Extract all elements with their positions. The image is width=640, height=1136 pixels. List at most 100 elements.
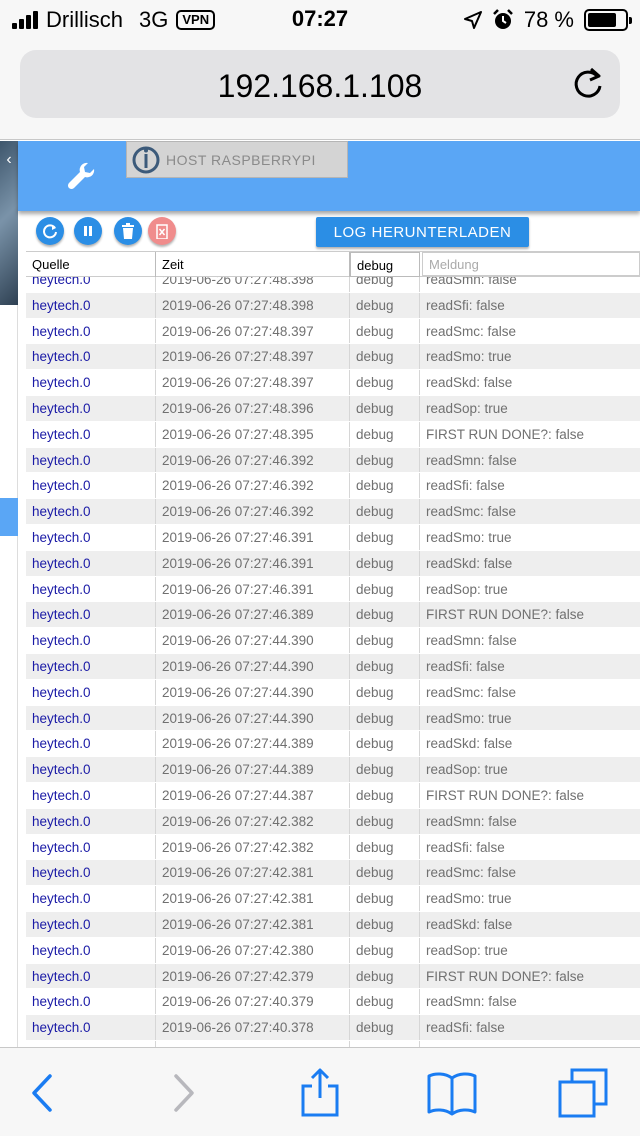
table-row[interactable]: heytech.0 2019-06-26 07:27:40.379 debug rea… <box>26 989 640 1016</box>
row-message: readSmo: true <box>426 710 512 726</box>
refresh-button[interactable] <box>36 217 64 245</box>
row-source: heytech.0 <box>26 524 156 550</box>
row-source: heytech.0 <box>26 370 156 395</box>
table-row[interactable]: heytech.0 2019-06-26 07:27:46.392 debug rea… <box>26 499 640 525</box>
table-row[interactable]: heytech.0 2019-06-26 07:27:48.396 debug rea… <box>26 395 640 422</box>
row-message: readSop: true <box>426 942 508 958</box>
table-row[interactable]: heytech.0 2019-06-26 07:27:44.387 debug FIR… <box>26 782 640 809</box>
status-bar: Drillisch 3G VPN 07:27 78 % <box>0 0 640 40</box>
reload-icon[interactable] <box>570 66 606 102</box>
row-severity: debug <box>350 473 420 499</box>
row-source: heytech.0 <box>26 499 156 524</box>
column-time[interactable]: Zeit <box>156 252 350 277</box>
row-time: 2019-06-26 07:27:44.387 <box>156 782 350 808</box>
row-time: 2019-06-26 07:27:48.397 <box>156 318 350 344</box>
table-row[interactable]: heytech.0 2019-06-26 07:27:42.381 debug rea… <box>26 860 640 887</box>
row-severity: debug <box>350 1015 420 1040</box>
wrench-icon[interactable] <box>66 161 96 191</box>
table-row[interactable]: heytech.0 2019-06-26 07:27:46.391 debug rea… <box>26 550 640 577</box>
row-severity: debug <box>350 937 420 963</box>
row-severity: debug <box>350 550 420 576</box>
row-message: readSmc: false <box>426 684 517 700</box>
host-selector[interactable]: HOST RASPBERRYPI <box>126 141 348 178</box>
row-source: heytech.0 <box>26 447 156 473</box>
table-row[interactable]: heytech.0 2019-06-26 07:27:48.397 debug rea… <box>26 318 640 345</box>
message-filter-input[interactable]: Meldung <box>422 252 640 276</box>
table-row[interactable]: heytech.0 2019-06-26 07:27:46.392 debug rea… <box>26 473 640 500</box>
table-row[interactable]: heytech.0 2019-06-26 07:27:44.389 debug rea… <box>26 731 640 758</box>
row-message: readSkd: false <box>426 916 513 932</box>
table-row[interactable]: heytech.0 2019-06-26 07:27:48.398 debug rea… <box>26 292 640 319</box>
log-toolbar: LOG HERUNTERLADEN <box>18 211 640 249</box>
table-row[interactable]: heytech.0 2019-06-26 07:27:42.382 debug rea… <box>26 834 640 861</box>
address-bar[interactable]: 192.168.1.108 <box>20 50 620 118</box>
download-log-button[interactable]: LOG HERUNTERLADEN <box>316 217 529 247</box>
alarm-icon <box>492 9 513 29</box>
table-row[interactable]: heytech.0 2019-06-26 07:27:46.389 debug FIR… <box>26 602 640 629</box>
table-row[interactable]: heytech.0 2019-06-26 07:27:46.392 debug rea… <box>26 447 640 474</box>
url-text[interactable]: 192.168.1.108 <box>20 68 620 105</box>
delete-all-button[interactable] <box>148 217 176 245</box>
log-table-header: Quelle Zeit debug Meldung <box>26 251 640 277</box>
forward-icon[interactable] <box>158 1068 208 1118</box>
row-message: readSkd: false <box>426 736 513 752</box>
row-severity: debug <box>350 499 420 524</box>
table-row[interactable]: heytech.0 2019-06-26 07:27:42.379 debug FIR… <box>26 963 640 990</box>
row-severity: debug <box>350 911 420 937</box>
table-row[interactable]: heytech.0 2019-06-26 07:27:42.381 debug rea… <box>26 911 640 938</box>
table-row[interactable]: heytech.0 2019-06-26 07:27:44.390 debug rea… <box>26 679 640 706</box>
row-message: readSop: true <box>426 400 508 416</box>
table-row[interactable]: heytech.0 2019-06-26 07:27:44.389 debug rea… <box>26 757 640 783</box>
column-source[interactable]: Quelle <box>26 252 156 277</box>
table-row[interactable]: heytech.0 2019-06-26 07:27:42.382 debug rea… <box>26 808 640 835</box>
sidebar: ‹ <box>0 141 18 1047</box>
row-source: heytech.0 <box>26 602 156 628</box>
row-source: heytech.0 <box>26 731 156 757</box>
row-message: readSmo: true <box>426 529 512 545</box>
back-icon[interactable] <box>18 1068 68 1118</box>
clear-log-button[interactable] <box>114 217 142 245</box>
row-severity: debug <box>350 679 420 705</box>
row-time: 2019-06-26 07:27:48.397 <box>156 370 350 395</box>
tabs-icon[interactable] <box>558 1068 608 1118</box>
row-severity: debug <box>350 834 420 860</box>
row-message: readSfi: false <box>426 478 505 494</box>
table-row[interactable]: heytech.0 2019-06-26 07:27:48.395 debug FIR… <box>26 421 640 448</box>
row-source: heytech.0 <box>26 292 156 318</box>
row-severity: debug <box>350 731 420 757</box>
row-message: readSkd: false <box>426 555 513 571</box>
row-source: heytech.0 <box>26 782 156 808</box>
table-row[interactable]: heytech.0 2019-06-26 07:27:44.390 debug rea… <box>26 705 640 732</box>
bookmarks-icon[interactable] <box>427 1068 477 1118</box>
table-row[interactable]: heytech.02019-06-26 07:27:40.378debug rea… <box>26 1015 640 1041</box>
table-row[interactable]: heytech.0 2019-06-26 07:27:48.397 debug rea… <box>26 370 640 396</box>
sidebar-active-item[interactable] <box>0 498 18 536</box>
row-source: heytech.0 <box>26 628 156 653</box>
table-row[interactable]: heytech.0 2019-06-26 07:27:44.390 debug rea… <box>26 653 640 680</box>
battery-percent: 78 % <box>523 7 574 32</box>
pause-icon <box>84 226 92 236</box>
table-row[interactable]: heytech.0 2019-06-26 07:27:46.391 debug rea… <box>26 524 640 551</box>
row-time: 2019-06-26 07:27:44.389 <box>156 757 350 782</box>
table-row[interactable]: heytech.0 2019-06-26 07:27:42.381 debug rea… <box>26 886 640 912</box>
row-time: 2019-06-26 07:27:46.392 <box>156 473 350 499</box>
row-source: heytech.0 <box>26 1015 156 1040</box>
table-row[interactable]: heytech.0 2019-06-26 07:27:42.380 debug rea… <box>26 937 640 964</box>
table-row[interactable]: heytech.0 2019-06-26 07:27:44.390 debug rea… <box>26 628 640 654</box>
row-message: FIRST RUN DONE?: false <box>426 607 585 623</box>
pause-button[interactable] <box>74 217 102 245</box>
row-source: heytech.0 <box>26 679 156 705</box>
table-row[interactable]: heytech.0 2019-06-26 07:27:48.397 debug rea… <box>26 344 640 371</box>
table-row[interactable]: heytech.0 2019-06-26 07:27:46.391 debug rea… <box>26 576 640 603</box>
chevron-left-icon[interactable]: ‹ <box>0 151 18 169</box>
row-source: heytech.0 <box>26 550 156 576</box>
row-source: heytech.0 <box>26 705 156 731</box>
app-header: HOST RASPBERRYPI <box>18 141 640 211</box>
row-time: 2019-06-26 07:27:42.379 <box>156 963 350 989</box>
severity-filter-select[interactable]: debug <box>350 252 420 277</box>
row-time: 2019-06-26 07:27:44.390 <box>156 653 350 679</box>
row-message: readSmo: true <box>426 891 512 907</box>
row-severity: debug <box>350 447 420 473</box>
share-icon[interactable] <box>295 1068 345 1118</box>
row-message: readSop: true <box>426 581 508 597</box>
